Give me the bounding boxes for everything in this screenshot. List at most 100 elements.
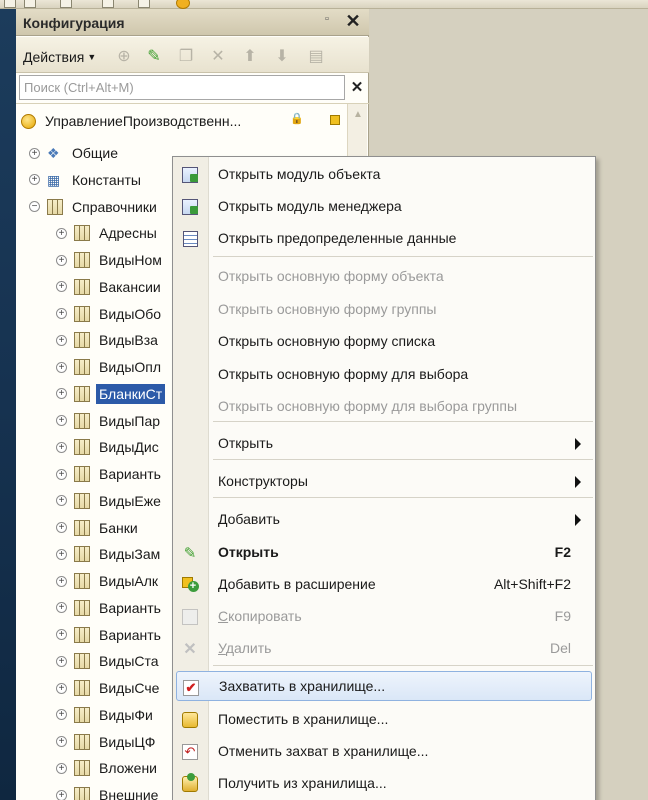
tree-item-label: ВидыАлк (99, 573, 159, 589)
menu-item-label: Открыть предопределенные данные (218, 230, 457, 246)
tree-item-label: Варианть (99, 626, 161, 643)
collapse-icon[interactable]: − (29, 201, 40, 212)
expand-icon[interactable]: + (56, 334, 67, 346)
tree-item-label: Вложени (99, 760, 157, 777)
catalog-table-icon (74, 332, 90, 349)
catalog-table-icon (74, 412, 90, 429)
copy-icon[interactable]: ❐ (176, 46, 196, 66)
menu-item-label: Открыть основную форму для выбора (218, 366, 469, 382)
catalog-table-icon (74, 680, 90, 696)
menu-separator (213, 256, 593, 257)
menu-item[interactable]: Открыть предопределенные данные (173, 223, 595, 253)
expand-icon[interactable]: + (56, 361, 67, 373)
expand-icon[interactable]: + (56, 575, 67, 587)
menu-item[interactable]: Открыть основную форму группы (173, 294, 595, 324)
catalog-table-icon (74, 546, 90, 563)
expand-icon[interactable]: + (56, 629, 67, 640)
menu-item[interactable]: ✕ Удалить Del (173, 633, 595, 663)
tree-root-label: УправлениеПроизводственн... (45, 113, 242, 129)
catalog-table-icon (74, 359, 90, 375)
expand-icon[interactable]: + (56, 709, 67, 721)
expand-icon[interactable]: + (56, 495, 67, 507)
menu-item-label: Открыть (218, 544, 279, 560)
menu-item-label: Открыть модуль менеджера (218, 198, 402, 214)
move-up-icon[interactable]: ⬆ (240, 46, 260, 66)
menu-item[interactable]: Добавить в расширение Alt+Shift+F2 (173, 569, 595, 599)
menu-item-label: Открыть основную форму объекта (218, 268, 444, 284)
menu-item[interactable]: ✎ Открыть F2 (173, 537, 595, 567)
help-icon[interactable] (176, 0, 190, 9)
expand-icon[interactable]: + (56, 281, 67, 293)
expand-icon[interactable]: + (56, 308, 67, 319)
copy-toolbar-icon[interactable] (60, 0, 72, 8)
menu-item[interactable]: Скопировать F9 (173, 601, 595, 631)
menu-item-shortcut: F2 (554, 544, 571, 560)
window-icon[interactable] (138, 0, 150, 8)
catalog-table-icon (74, 466, 90, 482)
catalog-table-icon (74, 760, 90, 777)
expand-icon[interactable]: + (29, 147, 40, 159)
predefined-data-icon (181, 230, 199, 247)
panel-toolbar: Действия ▼ ⊕ ✎ ❐ ✕ ⬆ ⬇ ▤ (16, 37, 369, 73)
catalog-table-icon (74, 385, 90, 402)
expand-icon[interactable]: + (56, 682, 67, 694)
menu-item[interactable]: ↶ Отменить захват в хранилище... (173, 736, 595, 766)
add-icon[interactable]: ⊕ (114, 46, 134, 66)
new-document-icon[interactable] (4, 0, 16, 8)
tree-item-label: Адресны (99, 225, 157, 242)
search-input[interactable] (19, 75, 345, 100)
expand-icon[interactable]: + (56, 441, 67, 453)
catalog-table-icon (74, 573, 90, 589)
menu-separator (213, 421, 593, 422)
actions-menu-button[interactable]: Действия ▼ (23, 49, 96, 65)
catalog-table-icon (74, 599, 90, 616)
expand-icon[interactable]: + (56, 415, 67, 426)
pin-icon[interactable]: ▫ (325, 13, 339, 29)
submenu-arrow-icon (575, 476, 581, 488)
menu-item[interactable]: Поместить в хранилище... (173, 704, 595, 734)
menu-item[interactable]: Открыть модуль объекта (173, 159, 595, 189)
scroll-up-icon[interactable]: ▲ (348, 104, 368, 126)
close-icon[interactable]: ✕ (343, 11, 363, 31)
menu-item[interactable]: Открыть основную форму для выбора группы (173, 391, 595, 421)
configuration-root-icon (21, 113, 36, 129)
search-row: ✕ (16, 75, 369, 101)
menu-item[interactable]: Получить из хранилища... (173, 768, 595, 798)
expand-icon[interactable]: + (56, 388, 67, 400)
module-icon (181, 198, 199, 215)
edit-pencil-icon[interactable]: ✎ (144, 46, 164, 66)
menu-item[interactable]: Открыть основную форму списка (173, 326, 595, 356)
expand-icon[interactable]: + (29, 174, 40, 186)
common-objects-icon: ❖ (47, 145, 60, 161)
tree-item-label: ВидыНом (99, 252, 162, 268)
open-icon[interactable] (24, 0, 36, 8)
search-clear-icon[interactable]: ✕ (347, 75, 367, 100)
menu-item[interactable]: Открыть основную форму для выбора (173, 359, 595, 389)
delete-icon[interactable]: ✕ (208, 46, 228, 66)
menu-item[interactable]: ✔ Захватить в хранилище... (176, 671, 592, 701)
print-icon[interactable] (102, 0, 114, 8)
move-down-icon[interactable]: ⬇ (272, 46, 292, 66)
menu-item[interactable]: Открыть модуль менеджера (173, 191, 595, 221)
expand-icon[interactable]: + (56, 522, 67, 533)
menu-item[interactable]: Открыть основную форму объекта (173, 261, 595, 291)
menu-item[interactable]: Конструкторы (173, 466, 595, 496)
catalog-table-icon (74, 706, 90, 723)
expand-icon[interactable]: + (56, 736, 67, 747)
expand-icon[interactable]: + (56, 655, 67, 667)
menu-item[interactable]: Открыть (173, 428, 595, 458)
expand-icon[interactable]: + (56, 548, 67, 560)
sort-icon[interactable]: ▤ (306, 46, 326, 66)
menu-item-label: Отменить захват в хранилище... (218, 743, 429, 759)
expand-icon[interactable]: + (56, 762, 67, 774)
menu-item[interactable]: Добавить (173, 504, 595, 534)
expand-icon[interactable]: + (56, 227, 67, 239)
expand-icon[interactable]: + (56, 602, 67, 614)
tree-root[interactable]: УправлениеПроизводственн... 🔒 (21, 108, 351, 134)
tree-item-label: ВидыПар (99, 412, 161, 429)
tree-item-label: ВидыЕже (99, 492, 161, 509)
expand-icon[interactable]: + (56, 468, 67, 480)
expand-icon[interactable]: + (56, 789, 67, 800)
menu-item-label: Открыть основную форму группы (218, 301, 437, 317)
expand-icon[interactable]: + (56, 254, 67, 266)
